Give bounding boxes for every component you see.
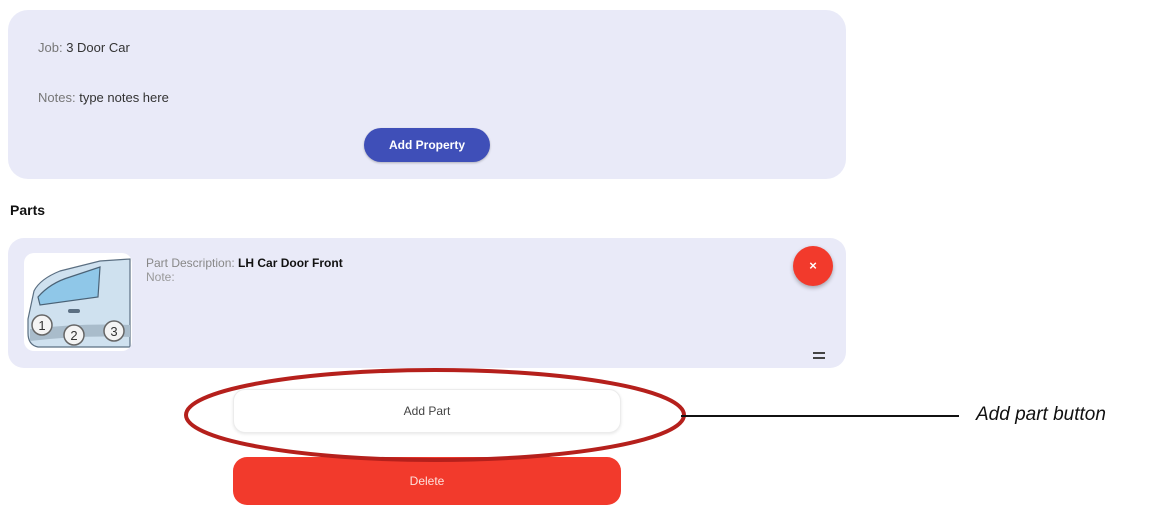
callout-2: 2 xyxy=(70,328,77,343)
job-value[interactable]: 3 Door Car xyxy=(66,40,130,55)
notes-value[interactable]: type notes here xyxy=(79,90,169,105)
job-card: Job: 3 Door Car Notes: type notes here A… xyxy=(8,10,846,179)
annotation-ellipse xyxy=(184,368,686,462)
job-property: Job: 3 Door Car xyxy=(38,40,130,55)
job-label: Job: xyxy=(38,40,63,55)
annotation-leader-line xyxy=(681,415,959,417)
part-card[interactable]: 1 2 3 Part Description: LH Car Door Fron… xyxy=(8,238,846,368)
annotation-label: Add part button xyxy=(976,404,1106,425)
part-description-label: Part Description: xyxy=(146,256,235,270)
part-description-value: LH Car Door Front xyxy=(238,256,343,270)
callout-3: 3 xyxy=(110,324,117,339)
add-property-button[interactable]: Add Property xyxy=(364,128,490,162)
drag-handle-icon[interactable] xyxy=(813,352,825,360)
notes-property: Notes: type notes here xyxy=(38,90,169,105)
notes-label: Notes: xyxy=(38,90,76,105)
callout-1: 1 xyxy=(38,318,45,333)
part-description: Part Description: LH Car Door Front xyxy=(146,256,343,270)
parts-heading: Parts xyxy=(10,202,46,218)
part-note-label: Note: xyxy=(146,270,175,284)
remove-part-button[interactable]: × xyxy=(793,246,833,286)
car-door-image: 1 2 3 xyxy=(24,253,132,351)
